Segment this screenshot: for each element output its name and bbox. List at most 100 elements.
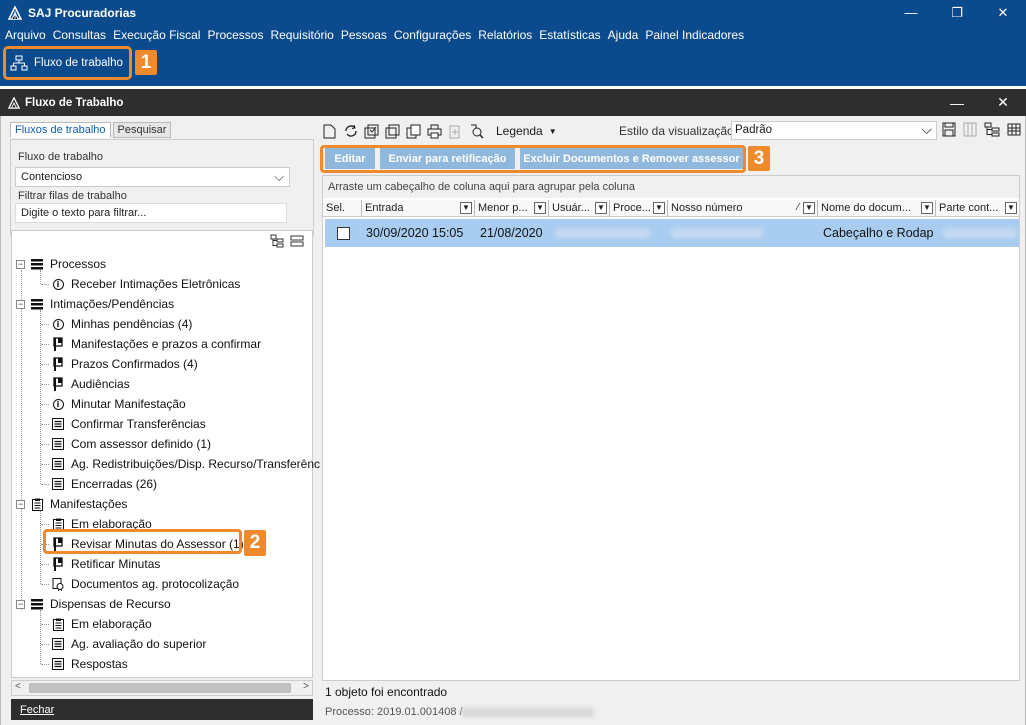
tree-item[interactable]: Respostas <box>52 655 128 673</box>
workflow-icon <box>10 55 28 71</box>
scroll-thumb[interactable] <box>29 683 291 693</box>
fluxo-de-trabalho-button[interactable]: Fluxo de trabalho <box>3 46 132 80</box>
tree-item[interactable]: Encerradas (26) <box>52 475 157 493</box>
legenda-dropdown[interactable]: Legenda <box>496 124 543 138</box>
tree-item-label: Manifestações e prazos a confirmar <box>71 337 262 351</box>
collapse-icon[interactable]: − <box>16 599 25 609</box>
tree-item[interactable]: Prazos Confirmados (4) <box>52 355 198 373</box>
column-parte-contraria-label: Parte cont... <box>939 202 999 214</box>
excluir-documentos-button[interactable]: Excluir Documentos e Remover assessor <box>520 148 743 169</box>
tree-item[interactable]: − Manifestações <box>16 495 127 513</box>
tree-item[interactable]: i Minutar Manifestação <box>52 395 186 413</box>
clipboard-icon <box>52 618 64 631</box>
menu-requisitorio[interactable]: Requisitório <box>270 28 333 42</box>
column-menor-prazo[interactable]: Menor p... ▼ <box>475 200 549 217</box>
tree-item[interactable]: Ag. Redistribuições/Disp. Recurso/Transf… <box>52 455 320 473</box>
filter-dropdown-icon[interactable]: ▼ <box>534 202 546 214</box>
tree-item[interactable]: Documentos ag. protocolização <box>52 575 239 593</box>
new-document-icon[interactable] <box>322 124 337 139</box>
collapse-icon[interactable]: − <box>16 299 25 309</box>
menu-painel-indicadores[interactable]: Painel Indicadores <box>645 28 744 42</box>
check-all-icon[interactable] <box>364 124 379 139</box>
fluxo-select-value: Contencioso <box>21 171 83 183</box>
filter-dropdown-icon[interactable]: ▼ <box>460 202 472 214</box>
scroll-left-icon[interactable]: < <box>15 681 21 692</box>
tree-item-label: Ag. avaliação do superior <box>71 637 207 651</box>
menu-configuracoes[interactable]: Configurações <box>394 28 471 42</box>
menu-bar: Arquivo Consultas Execução Fiscal Proces… <box>0 25 1026 45</box>
collapse-icon[interactable]: − <box>16 499 25 509</box>
print-icon[interactable] <box>427 124 442 139</box>
fluxo-select[interactable]: Contencioso ⌵ <box>15 167 290 187</box>
filter-dropdown-icon[interactable]: ▼ <box>921 202 933 214</box>
menu-processos[interactable]: Processos <box>207 28 263 42</box>
menu-pessoas[interactable]: Pessoas <box>341 28 387 42</box>
close-button[interactable]: ✕ <box>980 0 1026 25</box>
step-badge-2: 2 <box>244 530 266 556</box>
search-document-icon[interactable] <box>469 124 484 139</box>
uncheck-all-icon[interactable] <box>385 124 400 139</box>
tree-item[interactable]: Manifestações e prazos a confirmar <box>52 335 261 353</box>
menu-ajuda[interactable]: Ajuda <box>608 28 639 42</box>
menu-arquivo[interactable]: Arquivo <box>5 28 46 42</box>
tree-item[interactable]: − Intimações/Pendências <box>16 295 174 313</box>
highlight-revisar-minutas <box>43 529 242 554</box>
filtrar-input[interactable]: Digite o texto para filtrar... <box>15 203 287 223</box>
columns-icon <box>963 122 977 137</box>
column-usuario[interactable]: Usuár... ▼ <box>549 200 610 217</box>
column-processo[interactable]: Proce... ▼ <box>610 200 668 217</box>
menu-estatisticas[interactable]: Estatísticas <box>539 28 600 42</box>
collapse-tree-icon[interactable] <box>290 234 304 248</box>
tree-item[interactable]: − Processos <box>16 255 106 273</box>
enviar-retificacao-button[interactable]: Enviar para retificação <box>380 148 515 169</box>
refresh-icon[interactable] <box>343 124 358 139</box>
form-icon <box>52 638 64 651</box>
filter-dropdown-icon[interactable]: ▼ <box>803 202 815 214</box>
table-row[interactable]: 30/09/2020 15:05 21/08/2020 Cabeçalho e … <box>325 219 1019 247</box>
tree-item[interactable]: Audiências <box>52 375 130 393</box>
column-parte-contraria[interactable]: Parte cont... ▼ <box>936 200 1019 217</box>
expand-tree-icon[interactable] <box>270 234 284 248</box>
tree-item[interactable]: Ag. avaliação do superior <box>52 635 206 653</box>
settings-grid-icon[interactable] <box>1007 122 1022 137</box>
tab-pesquisar[interactable]: Pesquisar <box>112 122 172 138</box>
cell-nome-documento: Cabeçalho e Rodap <box>823 226 934 240</box>
column-nosso-numero[interactable]: Nosso número ⁄ ▼ <box>668 200 818 217</box>
tree-item-label: Processos <box>50 257 107 271</box>
filtrar-label: Filtrar filas de trabalho <box>18 190 127 202</box>
filter-dropdown-icon[interactable]: ▼ <box>653 202 665 214</box>
tree-item[interactable]: i Minhas pendências (4) <box>52 315 192 333</box>
restore-button[interactable]: ❐ <box>934 0 980 25</box>
inner-minimize-button[interactable]: — <box>934 89 980 116</box>
menu-relatorios[interactable]: Relatórios <box>478 28 532 42</box>
tree-item[interactable]: Retificar Minutas <box>52 555 160 573</box>
tree-item[interactable]: Confirmar Transferências <box>52 415 206 433</box>
minimize-button[interactable]: — <box>888 0 934 25</box>
collapse-icon[interactable]: − <box>16 259 25 269</box>
tab-fluxos-de-trabalho[interactable]: Fluxos de trabalho <box>10 122 111 138</box>
tree-item[interactable]: − Dispensas de Recurso <box>16 595 171 613</box>
editar-button[interactable]: Editar <box>325 148 375 169</box>
row-checkbox[interactable] <box>337 226 350 240</box>
menu-execucao-fiscal[interactable]: Execução Fiscal <box>113 28 200 42</box>
column-nome-documento[interactable]: Nome do docum... ▼ <box>818 200 936 217</box>
filter-dropdown-icon[interactable]: ▼ <box>1005 202 1017 214</box>
save-layout-icon[interactable] <box>942 122 956 137</box>
estilo-select-value: Padrão <box>735 124 773 136</box>
menu-consultas[interactable]: Consultas <box>53 28 106 42</box>
info-icon: i <box>52 318 64 331</box>
filter-dropdown-icon[interactable]: ▼ <box>595 202 607 214</box>
scroll-right-icon[interactable]: > <box>303 681 309 692</box>
tree-item-label: Retificar Minutas <box>71 557 161 571</box>
copy-icon[interactable] <box>406 124 421 139</box>
tree-item[interactable]: i Receber Intimações Eletrônicas <box>52 275 240 293</box>
column-entrada[interactable]: Entrada ▼ <box>362 200 475 217</box>
column-sel[interactable]: Sel. <box>323 200 362 217</box>
fechar-button[interactable]: Fechar <box>11 699 313 720</box>
tree-horizontal-scrollbar[interactable]: < > <box>11 680 313 696</box>
inner-close-button[interactable]: ✕ <box>980 89 1026 116</box>
tree-item[interactable]: Em elaboração <box>52 615 152 633</box>
tree-layout-icon[interactable] <box>984 122 1000 137</box>
estilo-select[interactable]: Padrão ⌵ <box>731 121 937 140</box>
tree-item[interactable]: Com assessor definido (1) <box>52 435 211 453</box>
